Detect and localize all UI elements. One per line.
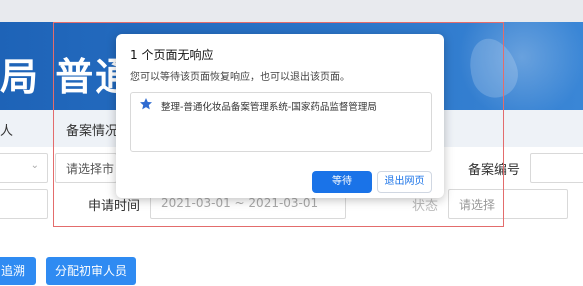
trace-button[interactable]: 追溯 xyxy=(0,257,36,285)
tab-record-status[interactable]: 备案情况 xyxy=(66,120,118,139)
chevron-down-icon: ⌄ xyxy=(30,160,39,171)
assign-reviewer-button[interactable]: 分配初审人员 xyxy=(46,257,136,285)
dialog-description: 您可以等待该页面恢复响应，也可以退出该页面。 xyxy=(130,72,350,83)
tab-item-1[interactable]: 人 xyxy=(0,120,13,139)
record-no-input[interactable] xyxy=(530,153,583,183)
star-icon xyxy=(140,98,152,110)
record-no-label: 备案编号 xyxy=(468,163,521,178)
province-select[interactable]: ⌄ xyxy=(0,153,48,183)
city-select[interactable]: 请选择市 xyxy=(55,153,117,183)
status-select[interactable]: 请选择 xyxy=(448,189,568,219)
browser-top-strip xyxy=(0,0,583,23)
wait-button[interactable]: 等待 xyxy=(312,171,372,193)
unresponsive-pages-list: 整理-普通化妆品备案管理系统-国家药品监督管理局 xyxy=(130,92,432,152)
dialog-title: 1 个页面无响应 xyxy=(130,48,214,62)
city-select-placeholder: 请选择市 xyxy=(66,162,115,176)
page-unresponsive-dialog: 1 个页面无响应 您可以等待该页面恢复响应，也可以退出该页面。 整理-普通化妆品… xyxy=(116,34,444,198)
unresponsive-page-title: 整理-普通化妆品备案管理系统-国家药品监督管理局 xyxy=(161,102,377,113)
exit-page-button[interactable]: 退出网页 xyxy=(377,171,432,193)
left-input[interactable] xyxy=(0,189,48,219)
